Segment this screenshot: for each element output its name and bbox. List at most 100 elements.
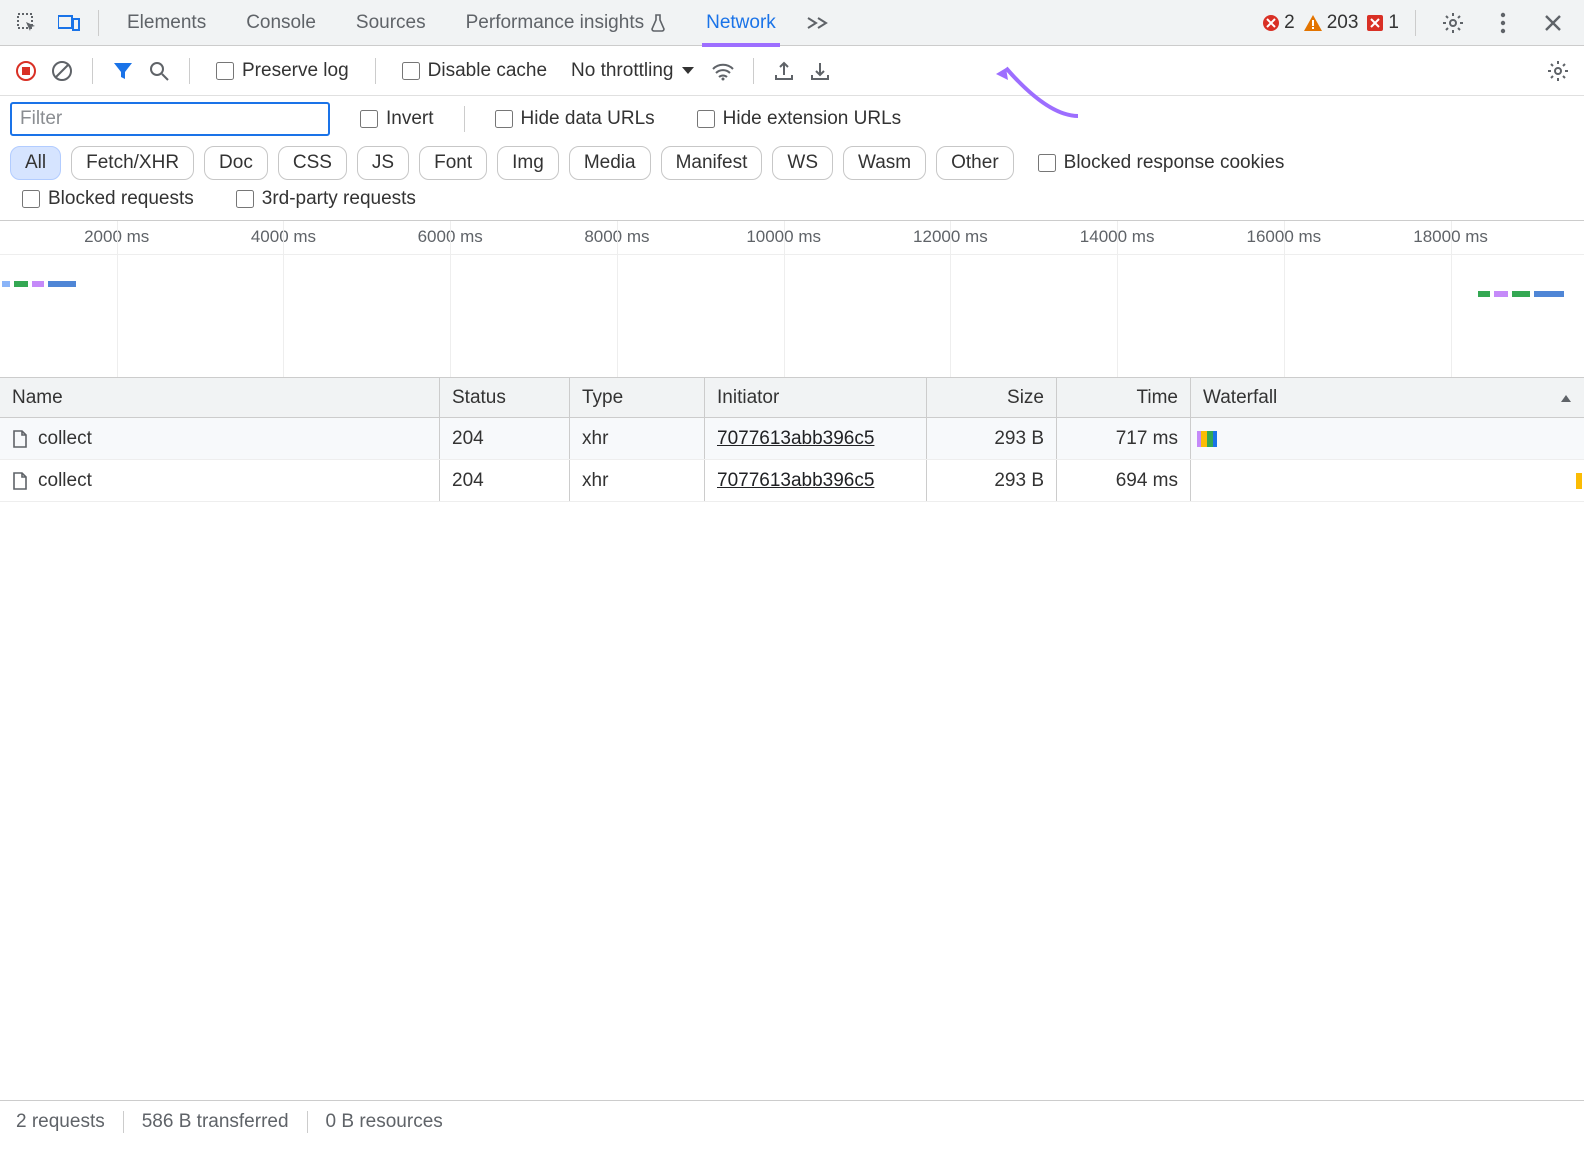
device-toolbar-icon[interactable] — [52, 6, 86, 40]
disable-cache-checkbox[interactable]: Disable cache — [402, 60, 547, 82]
chip-ws[interactable]: WS — [772, 146, 833, 180]
throttling-select[interactable]: No throttling — [571, 60, 695, 82]
third-party-label: 3rd-party requests — [262, 188, 416, 210]
blocked-cookies-checkbox[interactable]: Blocked response cookies — [1038, 152, 1285, 174]
chip-img[interactable]: Img — [497, 146, 559, 180]
hide-data-urls-label: Hide data URLs — [521, 108, 655, 130]
blocked-requests-input[interactable] — [22, 190, 40, 208]
panel-settings-icon[interactable] — [1542, 55, 1574, 87]
cell-size: 293 B — [994, 470, 1044, 492]
chip-font[interactable]: Font — [419, 146, 487, 180]
divider — [123, 1111, 124, 1133]
col-waterfall[interactable]: Waterfall — [1191, 378, 1584, 417]
tab-performance-insights[interactable]: Performance insights — [446, 0, 686, 46]
third-party-input[interactable] — [236, 190, 254, 208]
import-har-icon[interactable] — [804, 55, 836, 87]
filter-funnel-icon[interactable] — [107, 55, 139, 87]
cell-initiator[interactable]: 7077613abb396c5 — [717, 470, 874, 492]
table-row[interactable]: collect204xhr7077613abb396c5293 B717 ms — [0, 418, 1584, 460]
timeline-bar — [48, 281, 76, 287]
chip-fetchxhr[interactable]: Fetch/XHR — [71, 146, 194, 180]
export-har-icon[interactable] — [768, 55, 800, 87]
hide-ext-urls-input[interactable] — [697, 110, 715, 128]
issues-icon — [1366, 14, 1384, 32]
hide-ext-urls-label: Hide extension URLs — [723, 108, 901, 130]
chip-manifest[interactable]: Manifest — [661, 146, 763, 180]
timeline-bar — [14, 281, 28, 287]
divider — [1415, 10, 1416, 36]
tab-console[interactable]: Console — [226, 0, 336, 46]
third-party-checkbox[interactable]: 3rd-party requests — [236, 188, 416, 210]
cell-status: 204 — [452, 428, 484, 450]
timeline-bar — [1494, 291, 1508, 297]
tick-line — [784, 221, 785, 377]
throttling-value: No throttling — [571, 60, 673, 82]
blocked-cookies-input[interactable] — [1038, 154, 1056, 172]
warning-count[interactable]: 203 — [1303, 12, 1359, 34]
col-initiator[interactable]: Initiator — [705, 378, 927, 417]
chip-media[interactable]: Media — [569, 146, 651, 180]
cell-time: 694 ms — [1116, 470, 1178, 492]
hide-data-urls-input[interactable] — [495, 110, 513, 128]
chip-doc[interactable]: Doc — [204, 146, 268, 180]
cell-size: 293 B — [994, 428, 1044, 450]
preserve-log-label: Preserve log — [242, 60, 349, 82]
menu-dots-icon[interactable] — [1486, 6, 1520, 40]
settings-icon[interactable] — [1436, 6, 1470, 40]
devtools-tabs: Elements Console Sources Performance ins… — [107, 0, 1262, 46]
network-timeline[interactable]: 2000 ms4000 ms6000 ms8000 ms10000 ms1200… — [0, 220, 1584, 378]
blocked-cookies-label: Blocked response cookies — [1064, 152, 1285, 174]
blocked-requests-label: Blocked requests — [48, 188, 194, 210]
chip-wasm[interactable]: Wasm — [843, 146, 926, 180]
tick-line — [617, 221, 618, 377]
error-count[interactable]: 2 — [1262, 12, 1295, 34]
disable-cache-input[interactable] — [402, 62, 420, 80]
filter-input[interactable] — [10, 102, 330, 136]
invert-input[interactable] — [360, 110, 378, 128]
hide-data-urls-checkbox[interactable]: Hide data URLs — [495, 108, 655, 130]
cell-name: collect — [38, 470, 92, 492]
status-requests: 2 requests — [16, 1111, 105, 1133]
search-icon[interactable] — [143, 55, 175, 87]
chip-css[interactable]: CSS — [278, 146, 347, 180]
invert-checkbox[interactable]: Invert — [360, 108, 434, 130]
divider — [753, 58, 754, 84]
tab-network[interactable]: Network — [686, 0, 796, 46]
preserve-log-checkbox[interactable]: Preserve log — [216, 60, 349, 82]
error-icon — [1262, 14, 1280, 32]
tab-sources[interactable]: Sources — [336, 0, 446, 46]
col-status[interactable]: Status — [440, 378, 570, 417]
blocked-requests-checkbox[interactable]: Blocked requests — [22, 188, 194, 210]
issues-count[interactable]: 1 — [1366, 12, 1399, 34]
record-icon[interactable] — [10, 55, 42, 87]
clear-icon[interactable] — [46, 55, 78, 87]
more-tabs-icon[interactable] — [800, 6, 834, 40]
network-conditions-icon[interactable] — [707, 55, 739, 87]
timeline-bar — [2, 281, 10, 287]
table-row[interactable]: collect204xhr7077613abb396c5293 B694 ms — [0, 460, 1584, 502]
tab-elements[interactable]: Elements — [107, 0, 226, 46]
tick-line — [1284, 221, 1285, 377]
chip-all[interactable]: All — [10, 146, 61, 180]
tab-label: Console — [246, 12, 316, 34]
col-time[interactable]: Time — [1057, 378, 1191, 417]
cell-initiator[interactable]: 7077613abb396c5 — [717, 428, 874, 450]
tick-line — [950, 221, 951, 377]
timeline-bar — [1512, 291, 1530, 297]
inspect-element-icon[interactable] — [10, 6, 44, 40]
col-name[interactable]: Name — [0, 378, 440, 417]
preserve-log-input[interactable] — [216, 62, 234, 80]
tick-line — [1451, 221, 1452, 377]
table-header: Name Status Type Initiator Size Time Wat… — [0, 378, 1584, 418]
cell-time: 717 ms — [1116, 428, 1178, 450]
close-icon[interactable] — [1536, 6, 1570, 40]
tab-label: Elements — [127, 12, 206, 34]
waterfall-bar — [1576, 473, 1582, 489]
cell-type: xhr — [582, 470, 608, 492]
chip-js[interactable]: JS — [357, 146, 409, 180]
divider — [189, 58, 190, 84]
col-size[interactable]: Size — [927, 378, 1057, 417]
col-type[interactable]: Type — [570, 378, 705, 417]
hide-ext-urls-checkbox[interactable]: Hide extension URLs — [697, 108, 901, 130]
chip-other[interactable]: Other — [936, 146, 1014, 180]
